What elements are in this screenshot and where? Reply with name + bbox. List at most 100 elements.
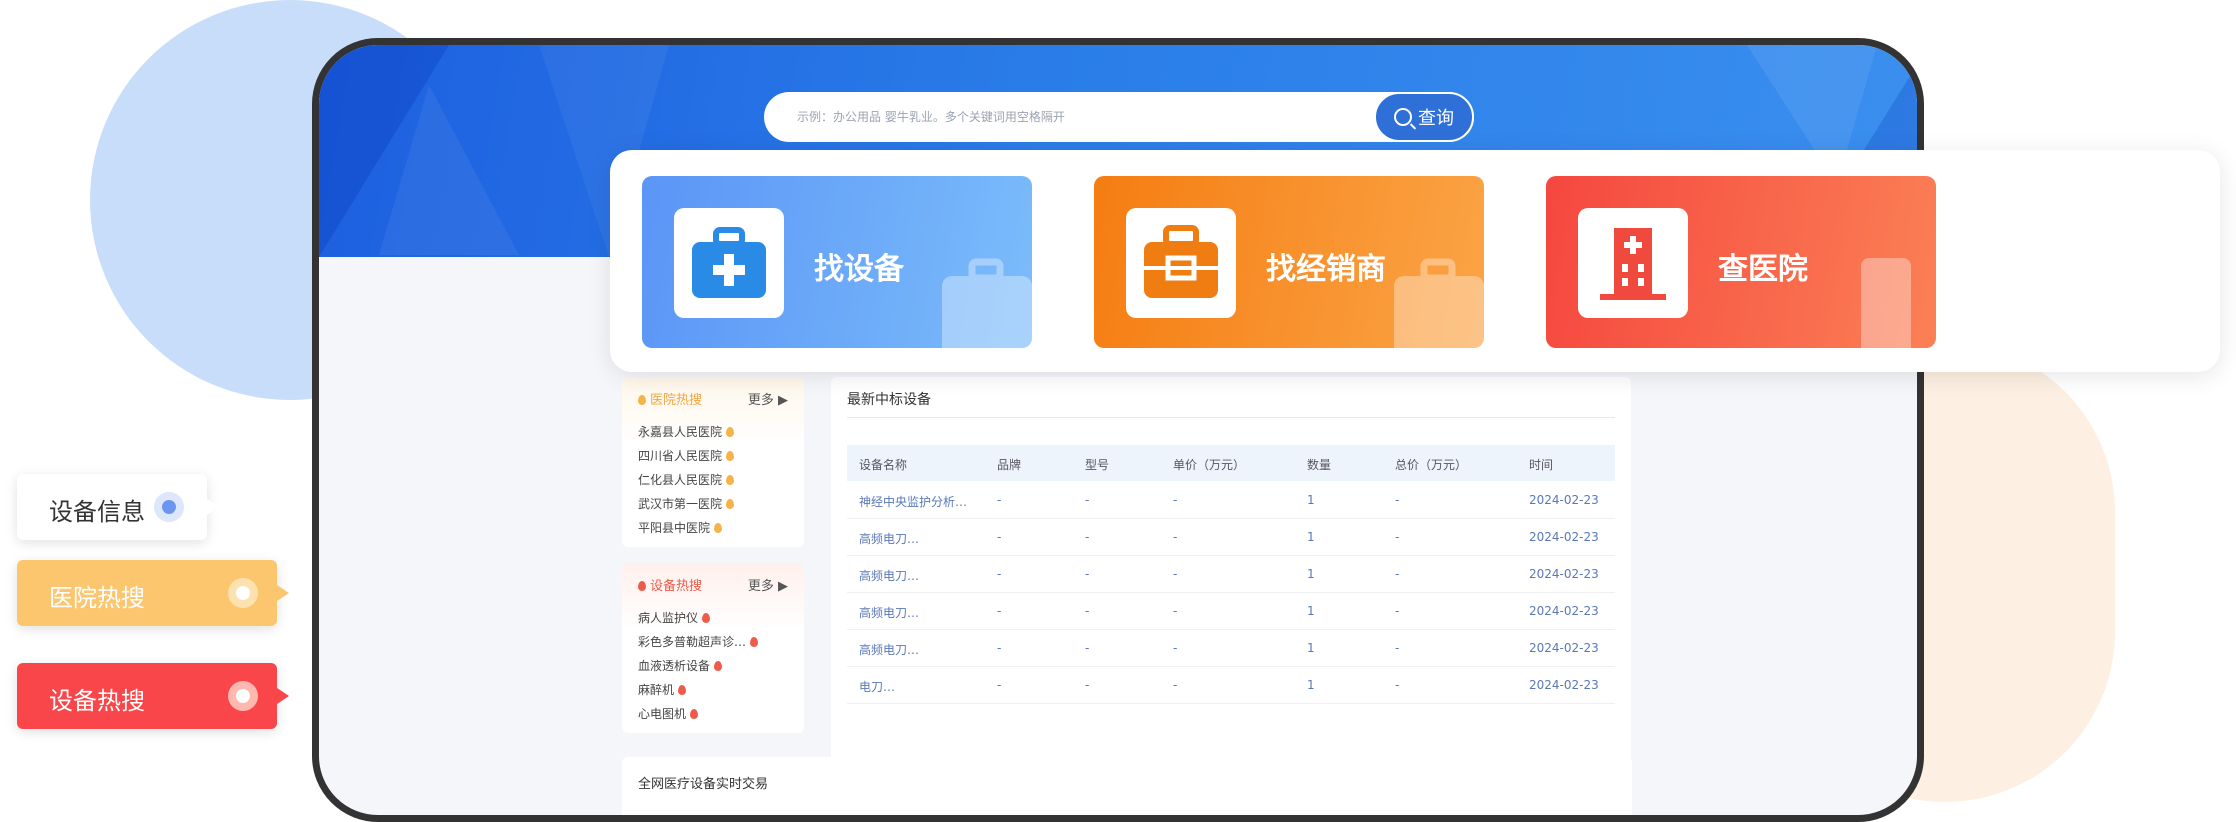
- table-cell: 1: [1307, 604, 1315, 618]
- table-cell: -: [1395, 567, 1400, 581]
- table-cell: 电刀…: [859, 680, 896, 694]
- find-dealer-card[interactable]: 找经销商: [1094, 176, 1484, 348]
- search-input[interactable]: 示例：办公用品 婴牛乳业。多个关键词用空格隔开: [797, 108, 1065, 125]
- table-cell: 2024-02-23: [1529, 567, 1599, 581]
- column-header: 设备名称: [859, 458, 908, 472]
- flame-icon: [678, 685, 687, 695]
- table-row[interactable]: 高频电刀… - - - 1 - 2024-02-23: [847, 592, 1615, 630]
- medkit-icon: [942, 258, 1032, 348]
- table-row[interactable]: 高频电刀… - - - 1 - 2024-02-23: [847, 629, 1615, 667]
- hospital-icon: [1861, 258, 1911, 348]
- dot-indicator-icon: [228, 578, 258, 608]
- tag-hospital-hot[interactable]: 医院热搜: [17, 560, 289, 626]
- flame-icon: [690, 709, 699, 719]
- tag-device-info[interactable]: 设备信息: [17, 474, 219, 540]
- hospital-icon: [1600, 228, 1666, 300]
- dot-indicator-icon: [154, 492, 184, 522]
- table-cell: 2024-02-23: [1529, 530, 1599, 544]
- table-cell: 1: [1307, 641, 1315, 655]
- table-cell: 高频电刀…: [859, 606, 920, 620]
- list-item[interactable]: 血液透析设备: [638, 657, 723, 674]
- table-row[interactable]: 高频电刀… - - - 1 - 2024-02-23: [847, 518, 1615, 556]
- hospital-hot-panel: 医院热搜 更多 ▶ 永嘉县人民医院 四川省人民医院 仁化县人民医院 武汉市第一医…: [622, 377, 804, 547]
- card-label: 查医院: [1718, 252, 1808, 287]
- find-hospital-card[interactable]: 查医院: [1546, 176, 1936, 348]
- search-button[interactable]: 查询: [1374, 92, 1474, 142]
- table-row[interactable]: 电刀… - - - 1 - 2024-02-23: [847, 666, 1615, 704]
- briefcase-icon: [1394, 258, 1484, 348]
- list-item[interactable]: 永嘉县人民医院: [638, 423, 735, 440]
- table-cell: -: [1173, 604, 1178, 618]
- tag-pointer: [277, 585, 289, 601]
- table-cell: 1: [1307, 678, 1315, 692]
- column-header: 时间: [1529, 458, 1554, 472]
- tag-label: 医院热搜: [49, 584, 145, 612]
- table-cell: -: [1173, 641, 1178, 655]
- table-cell: -: [1085, 530, 1090, 544]
- table-cell: -: [997, 604, 1002, 618]
- list-item[interactable]: 四川省人民医院: [638, 447, 735, 464]
- tag-device-hot[interactable]: 设备热搜: [17, 663, 289, 729]
- column-header: 总价（万元）: [1395, 458, 1468, 472]
- table-cell: -: [997, 530, 1002, 544]
- list-item[interactable]: 仁化县人民医院: [638, 471, 735, 488]
- device-hot-more-link[interactable]: 更多 ▶: [748, 575, 788, 594]
- table-cell: -: [1173, 530, 1178, 544]
- table-cell: -: [1395, 530, 1400, 544]
- column-header: 数量: [1307, 458, 1332, 472]
- tag-label: 设备热搜: [49, 687, 145, 715]
- list-item[interactable]: 彩色多普勒超声诊…: [638, 633, 759, 650]
- list-item[interactable]: 平阳县中医院: [638, 519, 723, 536]
- divider: [847, 417, 1615, 418]
- table-row[interactable]: 神经中央监护分析… - - - 1 - 2024-02-23: [847, 481, 1615, 519]
- search-bar[interactable]: 示例：办公用品 婴牛乳业。多个关键词用空格隔开 查询: [764, 92, 1474, 142]
- table-cell: -: [1173, 493, 1178, 507]
- medkit-icon: [692, 227, 766, 298]
- list-item[interactable]: 病人监护仪: [638, 609, 711, 626]
- table-cell: -: [997, 567, 1002, 581]
- flame-icon: [726, 499, 735, 509]
- table-cell: -: [1085, 641, 1090, 655]
- search-button-label: 查询: [1418, 108, 1454, 129]
- find-device-card[interactable]: 找设备: [642, 176, 1032, 348]
- search-icon: [1394, 108, 1412, 126]
- icon-tile: [1126, 208, 1236, 318]
- flame-icon: [726, 451, 735, 461]
- device-hot-panel: 设备热搜 更多 ▶ 病人监护仪 彩色多普勒超声诊… 血液透析设备 麻醉机 心电图…: [622, 563, 804, 733]
- table-cell: -: [1085, 604, 1090, 618]
- table-cell: -: [1395, 493, 1400, 507]
- table-cell: -: [1395, 604, 1400, 618]
- card-label: 找设备: [814, 252, 904, 287]
- table-row[interactable]: 高频电刀… - - - 1 - 2024-02-23: [847, 555, 1615, 593]
- flame-icon: [702, 613, 711, 623]
- table-cell: 1: [1307, 530, 1315, 544]
- quick-entry-panel: 找设备 找经销商 查医院: [610, 150, 2220, 372]
- flame-icon: [726, 427, 735, 437]
- table-cell: 2024-02-23: [1529, 493, 1599, 507]
- table-cell: -: [1173, 678, 1178, 692]
- flame-icon: [638, 581, 646, 591]
- table-cell: 1: [1307, 493, 1315, 507]
- flame-icon: [714, 661, 723, 671]
- table-cell: 2024-02-23: [1529, 604, 1599, 618]
- table-cell: -: [1085, 493, 1090, 507]
- table-cell: 高频电刀…: [859, 643, 920, 657]
- latest-bids-title: 最新中标设备: [847, 392, 931, 408]
- table-cell: -: [1085, 678, 1090, 692]
- icon-tile: [1578, 208, 1688, 318]
- list-item[interactable]: 心电图机: [638, 705, 699, 722]
- table-cell: -: [1395, 641, 1400, 655]
- flame-icon: [714, 523, 723, 533]
- list-item[interactable]: 武汉市第一医院: [638, 495, 735, 512]
- tag-pointer: [277, 688, 289, 704]
- table-cell: 2024-02-23: [1529, 641, 1599, 655]
- device-hot-title: 设备热搜: [638, 575, 702, 594]
- hospital-hot-title: 医院热搜: [638, 389, 702, 408]
- list-item[interactable]: 麻醉机: [638, 681, 687, 698]
- table-cell: 高频电刀…: [859, 569, 920, 583]
- hospital-hot-more-link[interactable]: 更多 ▶: [748, 389, 788, 408]
- table-cell: 神经中央监护分析…: [859, 495, 968, 509]
- table-cell: -: [997, 493, 1002, 507]
- table-cell: -: [1085, 567, 1090, 581]
- dot-indicator-icon: [228, 681, 258, 711]
